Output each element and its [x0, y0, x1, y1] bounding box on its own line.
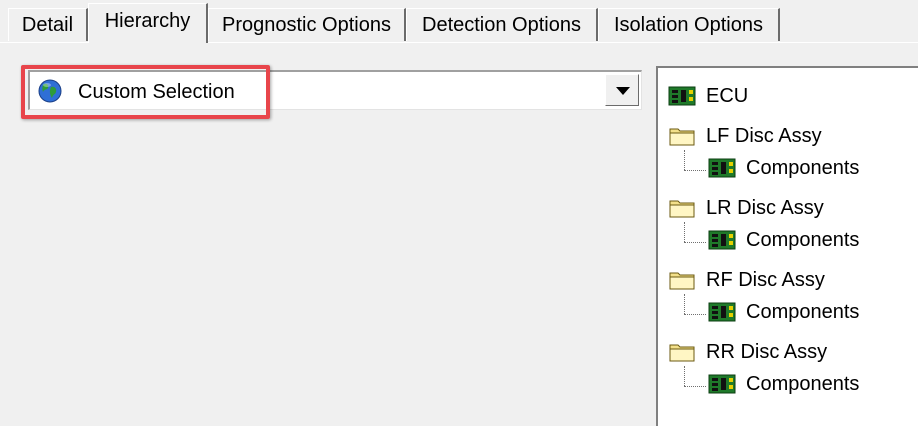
dropdown-arrow-button[interactable] [605, 74, 639, 106]
tab-label: Hierarchy [104, 10, 191, 32]
tab-detail[interactable]: Detail [8, 8, 88, 41]
tree-connector [684, 170, 706, 171]
globe-icon [38, 79, 62, 103]
tree-node-label: Components [746, 229, 860, 251]
tree-node-label: RR Disc Assy [706, 341, 828, 363]
tree-node-ecu[interactable]: ECU [668, 82, 748, 110]
tab-label: Prognostic Options [222, 13, 391, 36]
tree-connector [684, 366, 685, 386]
tree-node-components[interactable]: Components [708, 370, 859, 398]
tree-node-label: RF Disc Assy [706, 269, 825, 291]
tree-node-label: LR Disc Assy [706, 197, 824, 219]
tab-isolation-options[interactable]: Isolation Options [598, 8, 780, 41]
circuit-board-icon [708, 158, 736, 178]
tree-connector [684, 314, 706, 315]
tree-node-components[interactable]: Components [708, 298, 859, 326]
hierarchy-selection-dropdown[interactable]: Custom Selection [28, 70, 642, 110]
tree-connector [684, 150, 685, 170]
tree-node-rf-disc-assy[interactable]: RF Disc Assy [668, 266, 825, 294]
tree-node-lr-disc-assy[interactable]: LR Disc Assy [668, 194, 824, 222]
tree-node-components[interactable]: Components [708, 154, 859, 182]
folder-icon [669, 128, 695, 146]
folder-icon [669, 272, 695, 290]
tree-node-components[interactable]: Components [708, 226, 859, 254]
circuit-board-icon [708, 374, 736, 394]
tab-label: Detection Options [422, 13, 581, 36]
tree-node-label: ECU [706, 85, 749, 107]
tree-node-rr-disc-assy[interactable]: RR Disc Assy [668, 338, 827, 366]
tab-label: Detail [21, 13, 74, 36]
hierarchy-tree[interactable]: ECU LF Disc Assy Components LR Disc Assy [656, 66, 918, 426]
tree-node-label: LF Disc Assy [706, 125, 822, 147]
tab-detection-options[interactable]: Detection Options [406, 8, 598, 41]
tree-connector [684, 294, 685, 314]
tree-node-label: Components [746, 301, 860, 323]
tab-label: Isolation Options [614, 13, 763, 36]
dropdown-selected-value: Custom Selection [78, 81, 235, 103]
chevron-down-icon [616, 87, 630, 95]
tab-hierarchy[interactable]: Hierarchy [88, 3, 208, 43]
folder-icon [669, 200, 695, 218]
tree-node-lf-disc-assy[interactable]: LF Disc Assy [668, 122, 822, 150]
tree-connector [684, 242, 706, 243]
circuit-board-icon [668, 86, 696, 106]
tree-connector [684, 222, 685, 242]
folder-icon [669, 344, 695, 362]
tab-strip: Detail Hierarchy Prognostic Options Dete… [0, 0, 918, 43]
tree-node-label: Components [746, 373, 860, 395]
tab-prognostic-options[interactable]: Prognostic Options [208, 8, 406, 41]
tree-node-label: Components [746, 157, 860, 179]
circuit-board-icon [708, 302, 736, 322]
tree-connector [684, 386, 706, 387]
circuit-board-icon [708, 230, 736, 250]
